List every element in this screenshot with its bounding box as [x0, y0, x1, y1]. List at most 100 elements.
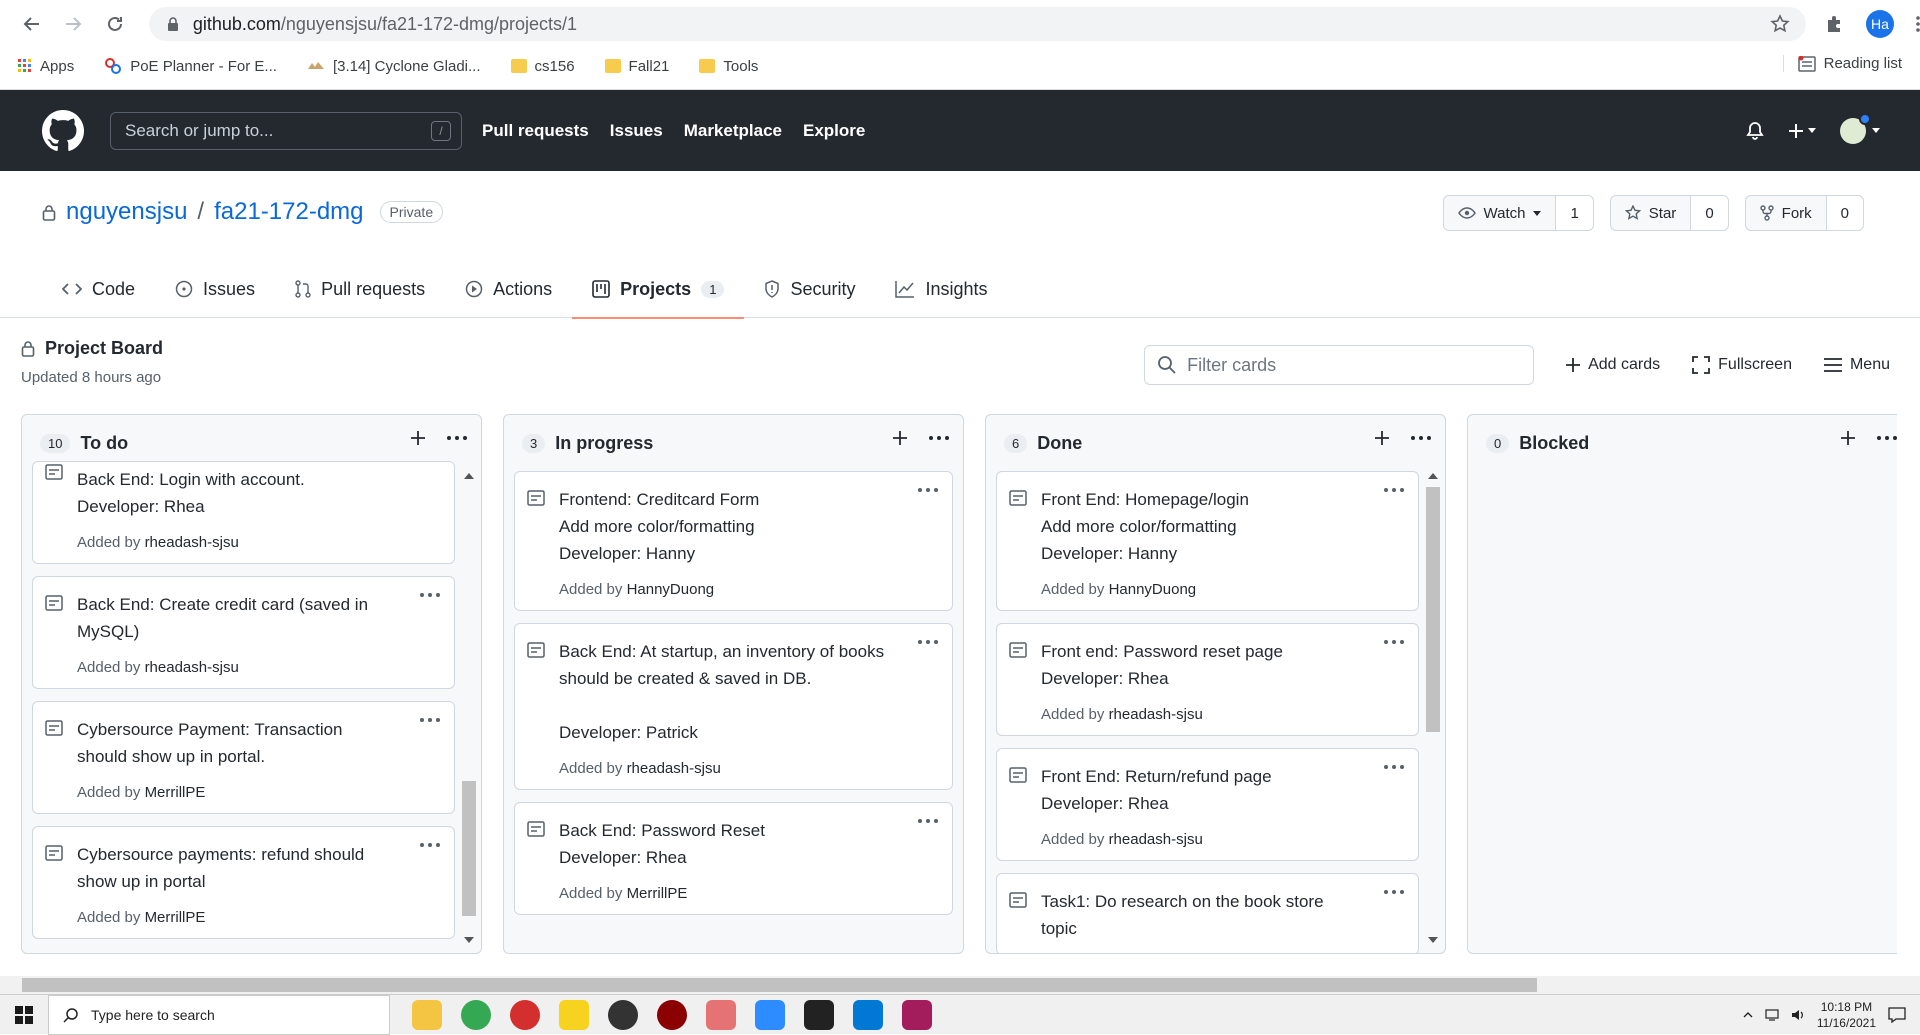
tab-code[interactable]: Code [42, 260, 155, 318]
fork-button[interactable]: Fork [1746, 196, 1827, 230]
column-menu-icon[interactable] [929, 436, 949, 440]
column-menu-icon[interactable] [447, 436, 467, 440]
bookmark-star-icon[interactable] [1770, 14, 1790, 34]
card[interactable]: Back End: Create credit card (saved in M… [32, 576, 455, 689]
profile-avatar[interactable]: Ha [1865, 10, 1894, 38]
notes-app-icon[interactable] [559, 999, 589, 1030]
reading-list-button[interactable]: Reading list [1782, 55, 1902, 72]
fork-count[interactable]: 0 [1826, 196, 1863, 230]
card[interactable]: Task1: Do research on the book store top… [996, 873, 1419, 953]
nav-marketplace[interactable]: Marketplace [684, 121, 782, 141]
bookmark-cs156[interactable]: cs156 [510, 58, 575, 75]
system-clock[interactable]: 10:18 PM 11/16/2021 [1817, 999, 1876, 1031]
card-menu-icon[interactable] [1384, 640, 1404, 644]
filter-cards-input[interactable]: Filter cards [1144, 345, 1535, 385]
forward-button[interactable] [56, 6, 92, 42]
tab-pull-requests[interactable]: Pull requests [275, 260, 445, 318]
user-menu[interactable] [1840, 112, 1880, 144]
card[interactable]: Cybersource payments: refund should show… [32, 826, 455, 939]
bookmark-tools[interactable]: Tools [699, 58, 758, 75]
card-menu-icon[interactable] [918, 640, 938, 644]
card[interactable]: Back End: Login with account. Developer:… [32, 461, 455, 564]
tab-security[interactable]: Security [744, 260, 875, 318]
card-author-link[interactable]: MerrillPE [627, 885, 688, 902]
card-menu-icon[interactable] [918, 819, 938, 823]
notification-center-icon[interactable] [1888, 1006, 1906, 1023]
fullscreen-button[interactable]: Fullscreen [1692, 356, 1792, 374]
card-menu-icon[interactable] [420, 593, 440, 597]
repo-name-link[interactable]: fa21-172-dmg [214, 198, 363, 226]
card[interactable]: Cybersource Payment: Transaction should … [32, 701, 455, 814]
card-author-link[interactable]: rheadash-sjsu [145, 534, 239, 551]
tab-issues[interactable]: Issues [155, 260, 275, 318]
card-author-link[interactable]: rheadash-sjsu [1109, 706, 1203, 723]
nav-explore[interactable]: Explore [803, 121, 865, 141]
card-menu-icon[interactable] [420, 718, 440, 722]
watch-button[interactable]: Watch [1444, 196, 1557, 230]
card[interactable]: Frontend: Creditcard Form Add more color… [514, 471, 953, 611]
nav-pull-requests[interactable]: Pull requests [482, 121, 589, 141]
windows-start-icon[interactable] [0, 995, 48, 1035]
watch-count[interactable]: 1 [1556, 196, 1593, 230]
extensions-icon[interactable] [1824, 14, 1844, 34]
card[interactable]: Back End: At startup, an inventory of bo… [514, 623, 953, 790]
paint-app-icon[interactable] [706, 999, 736, 1030]
video-app-icon[interactable] [804, 999, 834, 1030]
global-search-input[interactable]: Search or jump to... / [110, 111, 462, 150]
star-count[interactable]: 0 [1691, 196, 1728, 230]
card-author-link[interactable]: MerrillPE [145, 909, 206, 926]
nav-issues[interactable]: Issues [610, 121, 663, 141]
add-cards-button[interactable]: Add cards [1566, 356, 1660, 374]
mail-icon[interactable] [853, 999, 883, 1030]
card-author-link[interactable]: MerrillPE [145, 784, 206, 801]
address-bar[interactable]: github.com/nguyensjsu/fa21-172-dmg/proje… [148, 7, 1806, 41]
bookmark-fall21[interactable]: Fall21 [604, 58, 669, 75]
card-author-link[interactable]: rheadash-sjsu [627, 760, 721, 777]
game-app-icon[interactable] [657, 999, 687, 1030]
menu-button[interactable]: Menu [1823, 356, 1890, 374]
zoom-icon[interactable] [755, 999, 785, 1030]
reload-button[interactable] [97, 6, 133, 42]
column-scrollbar[interactable] [461, 471, 477, 945]
file-explorer-icon[interactable] [412, 999, 442, 1030]
avatar-app-icon[interactable] [608, 999, 638, 1030]
volume-icon[interactable] [1791, 1009, 1805, 1021]
card[interactable]: Front end: Password reset page Developer… [996, 623, 1419, 736]
add-card-plus-icon[interactable] [893, 431, 907, 445]
bookmark-poe-planner[interactable]: PoE Planner - For E... [104, 57, 277, 75]
chrome-icon[interactable] [461, 999, 491, 1030]
card-author-link[interactable]: HannyDuong [627, 581, 715, 598]
star-button[interactable]: Star [1611, 196, 1692, 230]
repo-owner-link[interactable]: nguyensjsu [66, 198, 187, 226]
column-menu-icon[interactable] [1411, 436, 1431, 440]
ide-app-icon[interactable] [902, 999, 932, 1030]
github-logo-icon[interactable] [42, 109, 84, 152]
column-menu-icon[interactable] [1877, 436, 1897, 440]
add-card-plus-icon[interactable] [411, 431, 425, 445]
column-scrollbar[interactable] [1425, 471, 1441, 945]
add-card-plus-icon[interactable] [1841, 431, 1855, 445]
card-menu-icon[interactable] [1384, 765, 1404, 769]
card[interactable]: Front End: Homepage/login Add more color… [996, 471, 1419, 611]
card-author-link[interactable]: HannyDuong [1109, 581, 1197, 598]
card-menu-icon[interactable] [1384, 890, 1404, 894]
tab-insights[interactable]: Insights [875, 260, 1007, 318]
tab-projects[interactable]: Projects 1 [572, 260, 745, 319]
power-app-icon[interactable] [510, 999, 540, 1030]
notifications-bell-icon[interactable] [1746, 121, 1764, 141]
network-icon[interactable] [1765, 1008, 1779, 1021]
card[interactable]: Back End: Password Reset Developer: Rhea… [514, 802, 953, 915]
back-button[interactable] [14, 6, 50, 42]
bookmark-cyclone[interactable]: [3.14] Cyclone Gladi... [307, 58, 481, 75]
kebab-menu-icon[interactable] [1916, 16, 1920, 32]
card[interactable]: Front End: Return/refund page Developer:… [996, 748, 1419, 861]
tab-actions[interactable]: Actions [445, 260, 572, 318]
create-new-plus-icon[interactable] [1788, 123, 1816, 139]
card-menu-icon[interactable] [1384, 488, 1404, 492]
add-card-plus-icon[interactable] [1375, 431, 1389, 445]
card-author-link[interactable]: rheadash-sjsu [1109, 831, 1203, 848]
card-menu-icon[interactable] [918, 488, 938, 492]
card-menu-icon[interactable] [420, 843, 440, 847]
page-horizontal-scrollbar[interactable] [0, 976, 1920, 994]
card-author-link[interactable]: rheadash-sjsu [145, 659, 239, 676]
